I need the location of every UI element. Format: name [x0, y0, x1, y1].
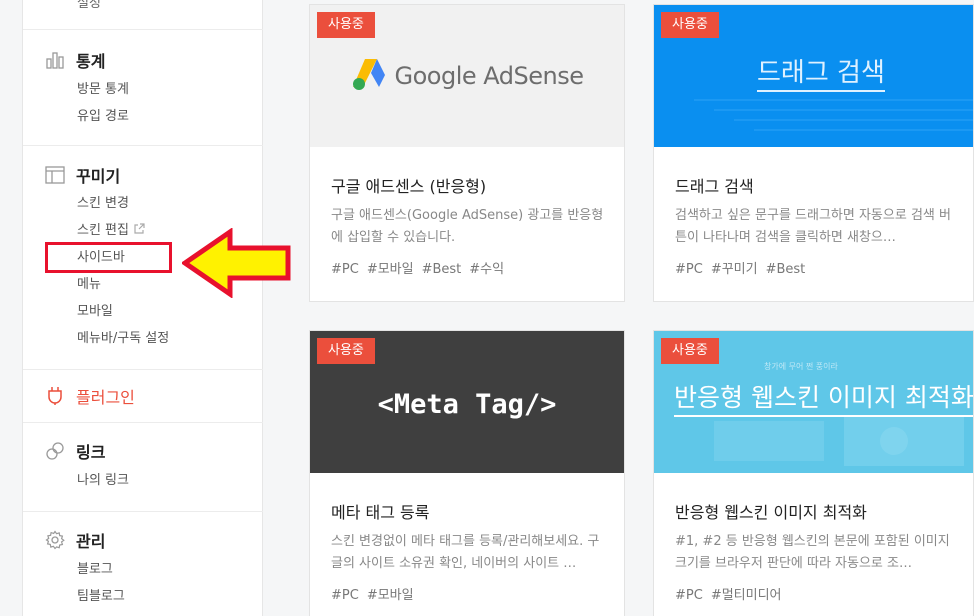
sidebar-item-team-blog[interactable]: 팀블로그: [23, 583, 263, 610]
tag: #Best: [765, 262, 806, 277]
section-title: 링크: [76, 443, 106, 462]
card-title: 구글 애드센스 (반응형): [331, 177, 487, 196]
card-thumbnail: 사용중 Google AdSense: [310, 5, 624, 147]
status-badge: 사용중: [317, 12, 375, 38]
card-title: 반응형 웹스킨 이미지 최적화: [675, 503, 867, 522]
card-description: 스킨 변경없이 메타 태그를 등록/관리해보세요. 구글의 사이트 소유권 확인…: [331, 534, 600, 571]
section-title: 관리: [76, 532, 106, 551]
card-description: 검색하고 싶은 문구를 드래그하면 자동으로 검색 버튼이 나타나며 검색을 클…: [675, 208, 951, 245]
section-link-header[interactable]: 링크: [23, 437, 263, 465]
tag: #모바일: [366, 262, 414, 277]
external-link-icon: [133, 218, 145, 245]
thumbnail-text: <Meta Tag/>: [377, 388, 557, 420]
sidebar-item-menubar-subscribe[interactable]: 메뉴바/구독 설정: [23, 325, 263, 352]
highlight-box: [45, 242, 172, 273]
gear-icon: [44, 529, 66, 551]
status-badge: 사용중: [661, 12, 719, 38]
tag: #PC: [675, 588, 703, 603]
card-description: #1, #2 등 반응형 웹스킨의 본문에 포함된 이미지 크기를 브라우저 판…: [675, 534, 950, 571]
sidebar-item-label: 스킨 편집: [77, 223, 129, 238]
adsense-logo-icon: [351, 57, 387, 95]
card-thumbnail: 사용중 창가에 무어 쩐 풍이라 반응형 웹스킨 이미지 최적화: [654, 331, 973, 473]
link-icon: [44, 440, 66, 462]
tag: #수익: [469, 262, 505, 277]
bar-chart-icon: [44, 49, 66, 71]
sidebar-item-skin-change[interactable]: 스킨 변경: [23, 190, 263, 217]
sidebar-item-referrer[interactable]: 유입 경로: [23, 103, 263, 130]
sidebar: 설정 통계 방문 통계 유입 경로 꾸미기 스킨 변경 스킨 편집 사이드바 메…: [22, 0, 263, 616]
section-decorate-header[interactable]: 꾸미기: [23, 161, 263, 189]
sidebar-item-mobile[interactable]: 모바일: [23, 298, 263, 325]
section-manage: 관리 블로그 팀블로그: [23, 511, 263, 616]
arrow-left-icon: [180, 227, 292, 302]
status-badge: 사용중: [317, 338, 375, 364]
section-manage-header[interactable]: 관리: [23, 526, 263, 554]
card-thumbnail: 사용중 드래그 검색: [654, 5, 973, 147]
card-title: 드래그 검색: [675, 177, 754, 196]
section-stats-header[interactable]: 통계: [23, 46, 263, 74]
sidebar-item-blog[interactable]: 블로그: [23, 556, 263, 583]
card-tags: #PC #멀티미디어: [675, 584, 953, 603]
tag: #PC: [331, 588, 359, 603]
card-description: 구글 애드센스(Google AdSense) 광고를 반응형에 삽입할 수 있…: [331, 208, 604, 245]
section-link: 링크 나의 링크: [23, 422, 263, 511]
thumbnail-text: 드래그 검색: [757, 56, 885, 92]
plugin-card-meta-tag[interactable]: 사용중 <Meta Tag/> 메타 태그 등록 스킨 변경없이 메타 태그를 …: [309, 330, 625, 616]
sidebar-item-my-link[interactable]: 나의 링크: [23, 467, 263, 494]
thumbnail-text: 반응형 웹스킨 이미지 최적화: [674, 381, 973, 417]
tag: #Best: [421, 262, 462, 277]
sidebar-item-settings[interactable]: 설정: [77, 0, 101, 11]
section-stats: 통계 방문 통계 유입 경로: [23, 29, 263, 145]
section-title: 통계: [76, 52, 106, 71]
plug-icon: [44, 385, 66, 407]
card-tags: #PC #모바일: [331, 584, 604, 603]
thumbnail-text: Google AdSense: [394, 62, 584, 90]
tag: #멀티미디어: [710, 588, 782, 603]
layout-icon: [44, 164, 66, 186]
section-title: 플러그인: [76, 388, 135, 407]
card-tags: #PC #꾸미기 #Best: [675, 258, 953, 277]
tag: #모바일: [366, 588, 414, 603]
section-plugin-header[interactable]: 플러그인: [23, 382, 263, 410]
tag: #꾸미기: [710, 262, 758, 277]
card-tags: #PC #모바일 #Best #수익: [331, 258, 604, 277]
card-thumbnail: 사용중 <Meta Tag/>: [310, 331, 624, 473]
plugin-card-adsense[interactable]: 사용중 Google AdSense 구글 애드센스 (반응형) 구글 애드센스…: [309, 4, 625, 302]
card-title: 메타 태그 등록: [331, 503, 430, 522]
sidebar-item-visit-stats[interactable]: 방문 통계: [23, 76, 263, 103]
tag: #PC: [675, 262, 703, 277]
section-title: 꾸미기: [76, 167, 121, 186]
plugin-card-drag-search[interactable]: 사용중 드래그 검색 드래그 검색 검색하고 싶은 문구를 드래그하면 자동으로…: [653, 4, 974, 302]
status-badge: 사용중: [661, 338, 719, 364]
tag: #PC: [331, 262, 359, 277]
plugin-card-responsive-image[interactable]: 사용중 창가에 무어 쩐 풍이라 반응형 웹스킨 이미지 최적화 반응형 웹스킨…: [653, 330, 974, 616]
thumbnail-caption: 창가에 무어 쩐 풍이라: [764, 362, 838, 371]
section-plugin: 플러그인: [23, 369, 263, 422]
